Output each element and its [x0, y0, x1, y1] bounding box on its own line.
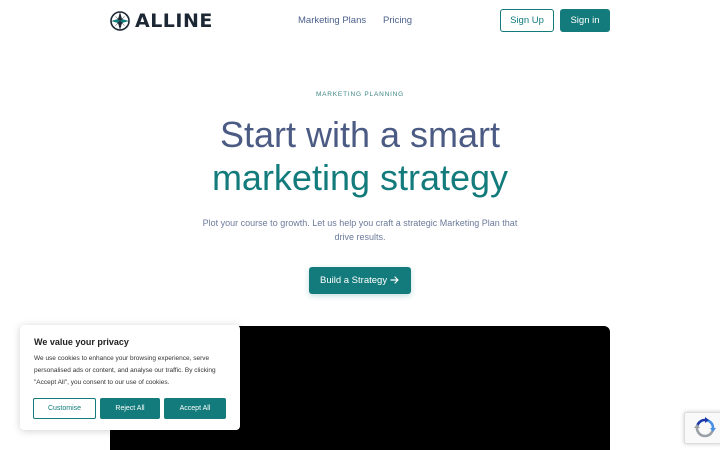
- brand-logo[interactable]: ALLINE: [110, 10, 213, 32]
- reject-all-button[interactable]: Reject All: [100, 398, 160, 419]
- page: ALLINE Marketing Plans Pricing Sign Up S…: [0, 0, 720, 450]
- hero-headline-line2: marketing strategy: [211, 157, 509, 198]
- cookie-title: We value your privacy: [34, 337, 129, 347]
- arrow-right-icon: [390, 276, 399, 284]
- sign-up-button[interactable]: Sign Up: [500, 9, 554, 32]
- recaptcha-badge[interactable]: [684, 412, 720, 444]
- build-strategy-button[interactable]: Build a Strategy: [309, 267, 411, 294]
- hero-headline-line1: Start with a smart: [219, 114, 501, 155]
- cookie-consent-banner: We value your privacy We use cookies to …: [20, 325, 240, 430]
- customise-button[interactable]: Customise: [33, 398, 96, 419]
- nav-link-marketing-plans[interactable]: Marketing Plans: [298, 15, 366, 26]
- site-header: ALLINE Marketing Plans Pricing Sign Up S…: [0, 0, 720, 42]
- brand-name: ALLINE: [135, 10, 213, 32]
- sign-in-button[interactable]: Sign in: [560, 9, 610, 32]
- hero-eyebrow: MARKETING PLANNING: [315, 91, 405, 98]
- nav-link-pricing[interactable]: Pricing: [383, 15, 412, 26]
- accept-all-button[interactable]: Accept All: [164, 398, 226, 419]
- recaptcha-icon: [693, 417, 716, 438]
- cookie-text: We use cookies to enhance your browsing …: [34, 355, 216, 386]
- hero-subtext: Plot your course to growth. Let us help …: [202, 218, 518, 242]
- compass-star-logo-icon: [110, 11, 130, 31]
- build-strategy-label: Build a Strategy: [320, 275, 388, 286]
